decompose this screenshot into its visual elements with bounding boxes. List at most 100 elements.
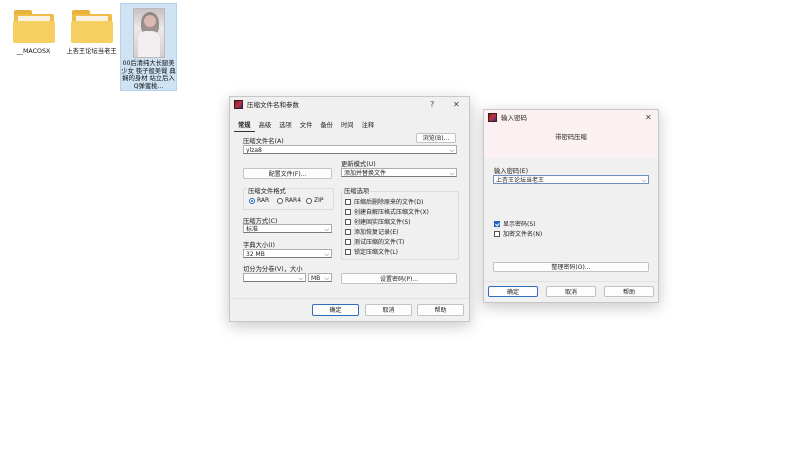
split-size-input[interactable]: ⌵: [243, 273, 306, 282]
checkbox-icon: [345, 208, 351, 215]
archive-dialog-titlebar[interactable]: 压缩文件名和参数 ? ✕: [230, 97, 469, 111]
desktop-item-label: 上杏王论坛当老王: [66, 48, 117, 55]
chevron-down-icon[interactable]: ⌵: [449, 146, 454, 153]
password-label: 输入密码(E): [494, 168, 529, 175]
archive-dialog-tabs: 常规 高级 选项 文件 备份 时间 注释: [230, 116, 469, 132]
split-volumes-label: 切分为分卷(V)，大小: [243, 266, 303, 273]
chevron-down-icon[interactable]: ⌵: [324, 225, 329, 232]
option-delete-after[interactable]: 压缩后删除原来的文件(D): [345, 197, 423, 206]
cancel-button[interactable]: 取消: [365, 304, 412, 316]
checkbox-icon: [345, 228, 351, 235]
set-password-button[interactable]: 设置密码(P)...: [341, 273, 457, 284]
update-mode-label: 更新模式(U): [341, 161, 376, 168]
password-dialog: 输入密码 ✕ 带密码压缩 输入密码(E) 上杏王论坛当老王 ⌵ 显示密码(S) …: [483, 109, 659, 303]
chevron-down-icon[interactable]: ⌵: [641, 176, 646, 183]
password-dialog-header: 带密码压缩: [484, 124, 658, 158]
format-label: ZIP: [314, 197, 324, 204]
show-password-label: 显示密码(S): [503, 221, 536, 228]
option-label: 创建固实压缩文件(S): [354, 219, 411, 226]
checkbox-icon: [345, 248, 351, 255]
desktop-item-label: 00后清纯大长腿美少女 筷子般美臀 典娴的身材 站立后入Q弹蜜桃...: [121, 60, 176, 90]
close-icon[interactable]: ✕: [645, 113, 652, 122]
checkbox-icon: [494, 230, 500, 237]
profiles-button[interactable]: 配置文件(F)...: [243, 168, 332, 179]
organize-passwords-button[interactable]: 整理密码(O)...: [493, 262, 649, 272]
format-label: RAR4: [285, 197, 302, 204]
option-lock[interactable]: 锁定压缩文件(L): [345, 247, 398, 256]
password-input[interactable]: 上杏王论坛当老王 ⌵: [493, 175, 649, 184]
update-mode-select[interactable]: 添加并替换文件 ⌵: [341, 168, 457, 177]
update-mode-value: 添加并替换文件: [344, 170, 387, 177]
cancel-button[interactable]: 取消: [546, 286, 596, 297]
radio-icon: [277, 197, 283, 204]
desktop-folder-macosx[interactable]: __MACOSX: [6, 4, 61, 64]
checkbox-checked-icon: [494, 220, 500, 227]
close-icon[interactable]: ✕: [453, 100, 460, 109]
desktop-image-file[interactable]: 00后清纯大长腿美少女 筷子般美臀 典娴的身材 站立后入Q弹蜜桃...: [120, 3, 177, 91]
desktop-item-label: __MACOSX: [16, 48, 51, 55]
format-radio-rar[interactable]: RAR: [249, 197, 269, 204]
checkbox-icon: [345, 198, 351, 205]
image-thumbnail-icon: [132, 8, 165, 58]
format-radio-zip[interactable]: ZIP: [306, 197, 324, 204]
radio-selected-icon: [249, 197, 255, 204]
archive-name-value: ylza8: [246, 147, 262, 154]
help-button[interactable]: 帮助: [604, 286, 654, 297]
show-password-checkbox[interactable]: 显示密码(S): [494, 219, 536, 228]
archive-dialog-footer: 确定 取消 帮助: [230, 298, 469, 321]
archive-dialog-title: 压缩文件名和参数: [247, 101, 299, 109]
dict-size-label: 字典大小(I): [243, 242, 275, 249]
password-dialog-footer: 确定 取消 帮助: [484, 281, 658, 302]
browse-button[interactable]: 浏览(B)...: [416, 133, 456, 143]
option-test[interactable]: 测试压缩的文件(T): [345, 237, 404, 246]
method-value: 标准: [246, 226, 259, 233]
chevron-down-icon[interactable]: ⌵: [324, 250, 329, 257]
winrar-app-icon: [234, 99, 243, 109]
option-label: 压缩后删除原来的文件(D): [354, 199, 424, 206]
option-label: 创建自解压格式压缩文件(X): [354, 209, 429, 216]
checkbox-icon: [345, 218, 351, 225]
tab-advanced[interactable]: 高级: [255, 118, 276, 132]
option-solid[interactable]: 创建固实压缩文件(S): [345, 217, 411, 226]
tab-general[interactable]: 常规: [234, 118, 255, 132]
password-value: 上杏王论坛当老王: [496, 177, 545, 184]
options-group-label: 压缩选项: [343, 186, 371, 195]
split-unit-value: MB: [311, 275, 321, 282]
tab-options[interactable]: 选项: [275, 118, 296, 132]
chevron-down-icon[interactable]: ⌵: [324, 274, 329, 281]
winrar-app-icon: [488, 112, 497, 122]
format-radio-rar4[interactable]: RAR4: [277, 197, 301, 204]
dict-size-value: 32 MB: [246, 251, 265, 258]
format-group-label: 压缩文件格式: [247, 186, 287, 195]
encrypt-names-label: 加密文件名(N): [503, 231, 543, 238]
encrypt-filenames-checkbox[interactable]: 加密文件名(N): [494, 229, 542, 238]
archive-name-input[interactable]: ylza8 ⌵: [243, 145, 457, 154]
desktop-folder-shangxing[interactable]: 上杏王论坛当老王: [64, 4, 119, 72]
option-recovery-record[interactable]: 添加恢复记录(E): [345, 227, 398, 236]
option-label: 锁定压缩文件(L): [354, 249, 399, 256]
archive-dialog: 压缩文件名和参数 ? ✕ 常规 高级 选项 文件 备份 时间 注释 压缩文件名(…: [229, 96, 470, 322]
help-icon[interactable]: ?: [430, 100, 434, 109]
folder-icon: [12, 10, 56, 44]
format-label: RAR: [257, 197, 270, 204]
split-unit-select[interactable]: MB ⌵: [308, 273, 332, 282]
password-dialog-title: 输入密码: [501, 114, 527, 122]
folder-icon: [70, 10, 114, 44]
option-label: 测试压缩的文件(T): [354, 239, 405, 246]
password-dialog-subtitle: 带密码压缩: [555, 134, 587, 141]
option-sfx[interactable]: 创建自解压格式压缩文件(X): [345, 207, 429, 216]
chevron-down-icon[interactable]: ⌵: [449, 169, 454, 176]
ok-button[interactable]: 确定: [488, 286, 538, 297]
checkbox-icon: [345, 238, 351, 245]
ok-button[interactable]: 确定: [312, 304, 359, 316]
chevron-down-icon[interactable]: ⌵: [298, 274, 303, 281]
dict-size-select[interactable]: 32 MB ⌵: [243, 249, 332, 258]
tab-comment[interactable]: 注释: [358, 118, 379, 132]
tab-time[interactable]: 时间: [337, 118, 358, 132]
help-button[interactable]: 帮助: [417, 304, 464, 316]
option-label: 添加恢复记录(E): [354, 229, 399, 236]
tab-backup[interactable]: 备份: [316, 118, 337, 132]
password-dialog-titlebar[interactable]: 输入密码 ✕: [484, 110, 658, 124]
tab-files[interactable]: 文件: [296, 118, 317, 132]
method-select[interactable]: 标准 ⌵: [243, 224, 332, 233]
